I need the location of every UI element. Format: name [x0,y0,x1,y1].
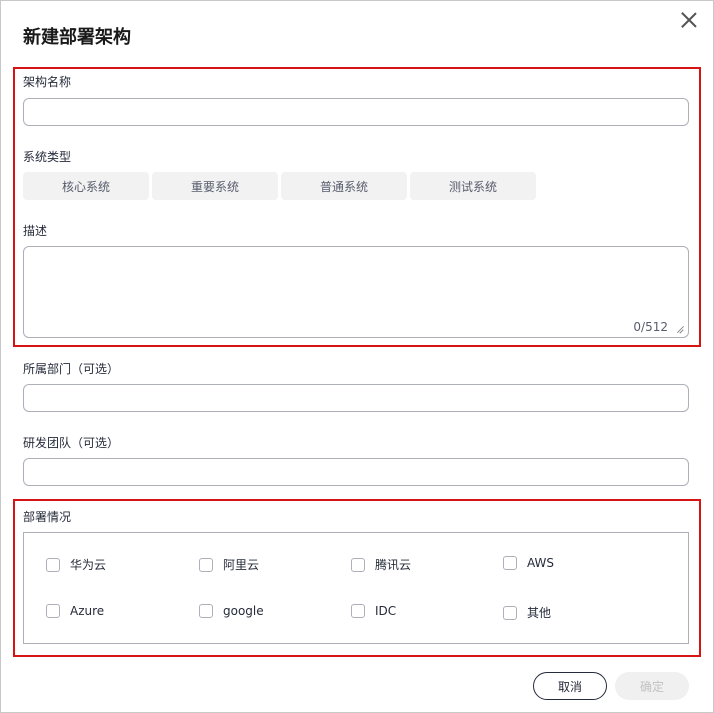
checkbox-icon[interactable] [199,557,213,572]
architecture-name-input[interactable] [23,98,689,126]
dialog-title: 新建部署架构 [23,27,131,48]
checkbox-icon[interactable] [503,556,517,570]
deploy-option-label: 其他 [527,606,552,620]
deploy-checkbox-tencent-cloud[interactable]: 腾讯云 [351,556,411,573]
deploy-option-label: 腾讯云 [375,558,412,572]
deploy-checkbox-other[interactable]: 其他 [503,604,551,621]
dev-team-input[interactable] [23,458,689,486]
system-type-label: 系统类型 [23,150,72,164]
deploy-checkbox-idc[interactable]: IDC [351,604,396,618]
description-textarea[interactable]: 0/512 [23,246,689,338]
checkbox-icon[interactable] [46,557,60,572]
dev-team-label: 研发团队（可选） [23,436,120,450]
checkbox-icon[interactable] [351,604,365,618]
deploy-option-label: 华为云 [70,558,107,572]
system-type-option-important[interactable]: 重要系统 [152,172,278,200]
deploy-option-label: Azure [70,604,105,618]
deployment-label: 部署情况 [23,510,72,524]
deploy-option-label: google [223,604,264,618]
system-type-option-core[interactable]: 核心系统 [23,172,149,200]
checkbox-icon[interactable] [503,605,517,620]
architecture-name-label: 架构名称 [23,75,72,89]
deploy-checkbox-huawei-cloud[interactable]: 华为云 [46,556,106,573]
checkbox-icon[interactable] [351,557,365,572]
deployment-options-panel [23,532,689,644]
cancel-button[interactable]: 取消 [533,672,607,700]
deploy-checkbox-aliyun[interactable]: 阿里云 [199,556,259,573]
deploy-checkbox-aws[interactable]: AWS [503,556,554,570]
deploy-checkbox-azure[interactable]: Azure [46,604,104,618]
system-type-option-test[interactable]: 测试系统 [410,172,536,200]
deploy-option-label: IDC [375,604,397,618]
close-icon[interactable] [679,10,699,30]
confirm-button[interactable]: 确定 [615,672,689,700]
department-label: 所属部门（可选） [23,362,120,376]
new-architecture-dialog: 新建部署架构 架构名称 系统类型 核心系统 重要系统 普通系统 测试系统 描述 … [0,0,714,713]
deploy-checkbox-google[interactable]: google [199,604,264,618]
department-input[interactable] [23,384,689,412]
deploy-option-label: AWS [527,556,555,570]
resize-handle-icon[interactable] [676,325,684,333]
checkbox-icon[interactable] [46,604,60,618]
checkbox-icon[interactable] [199,604,213,618]
description-label: 描述 [23,224,48,238]
deploy-option-label: 阿里云 [223,558,260,572]
description-char-counter: 0/512 [633,320,668,334]
system-type-option-normal[interactable]: 普通系统 [281,172,407,200]
